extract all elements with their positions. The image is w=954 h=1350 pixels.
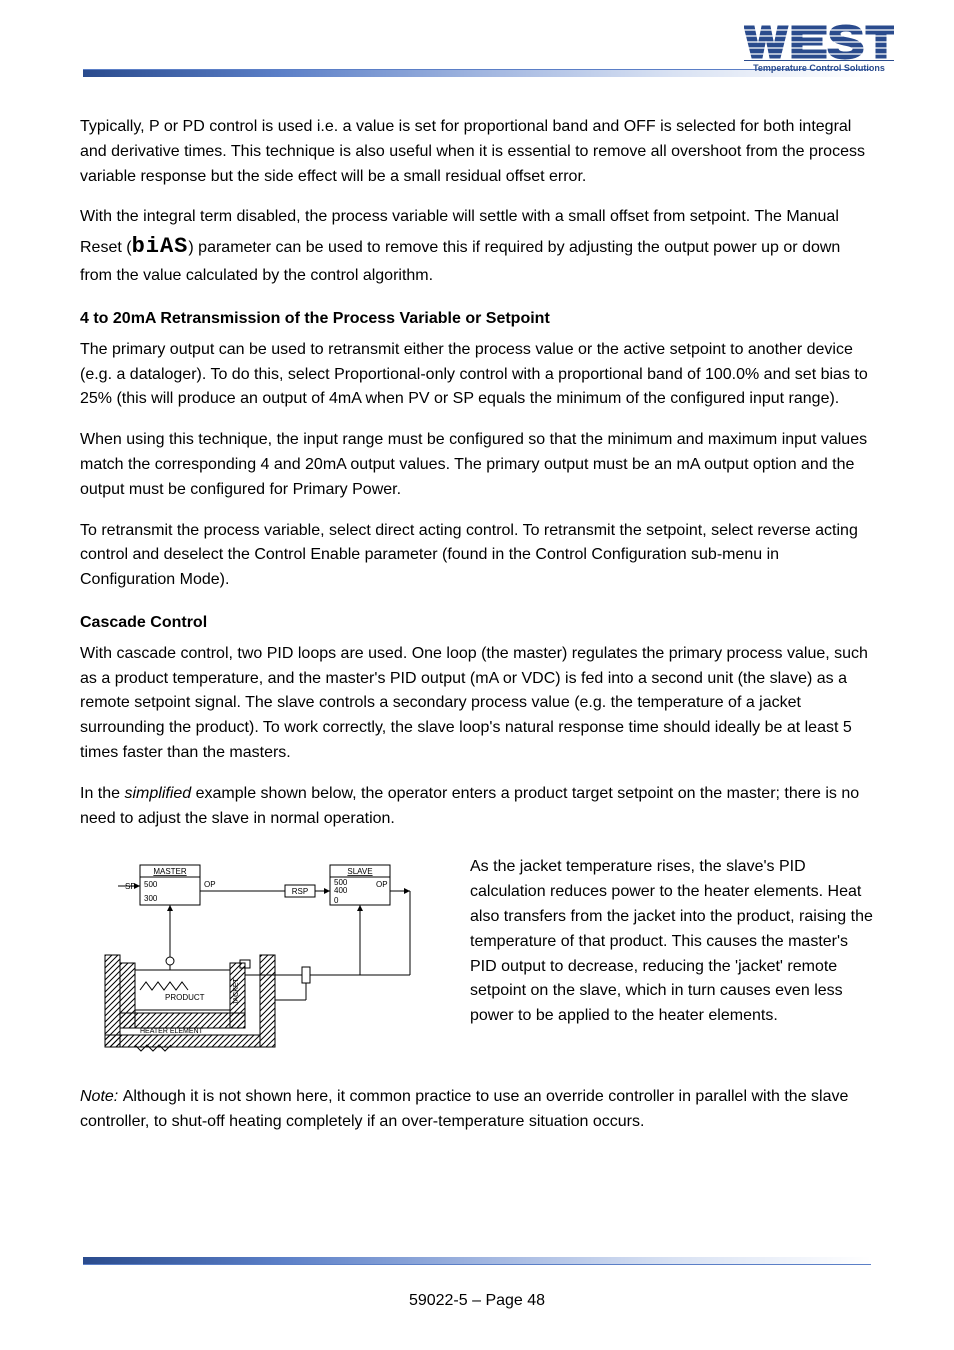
heading-cascade: Cascade Control — [80, 611, 874, 636]
label-op1: OP — [204, 880, 216, 889]
para-overshoot-inhibition: Typically, P or PD control is used i.e. … — [80, 115, 874, 189]
label-op2: OP — [376, 880, 388, 889]
note-override: Note: Although it is not shown here, it … — [80, 1085, 874, 1135]
label-m-bot: 300 — [144, 894, 158, 903]
main-content: Typically, P or PD control is used i.e. … — [80, 115, 874, 1151]
label-heater: HEATER ELEMENT — [140, 1028, 204, 1035]
para-retrans-2: When using this technique, the input ran… — [80, 428, 874, 502]
label-master: MASTER — [153, 867, 187, 876]
span: ) parameter can be used to remove this i… — [80, 239, 840, 284]
para-manual-reset: With the integral term disabled, the pro… — [80, 205, 874, 289]
label-product: PRODUCT — [165, 993, 205, 1002]
para-retrans-1: The primary output can be used to retran… — [80, 338, 874, 412]
label-s-mid: 400 — [334, 886, 348, 895]
cascade-control-diagram: MASTER 500 300 SP OP RSP SLAVE 500 — [80, 855, 440, 1065]
footer-page-number: 59022-5 – Page 48 — [83, 1292, 871, 1310]
note-label: Note: — [80, 1088, 123, 1105]
para-cascade-1: With cascade control, two PID loops are … — [80, 642, 874, 766]
para-cascade-example: In the simplified example shown below, t… — [80, 782, 874, 832]
para-retrans-3: To retransmit the process variable, sele… — [80, 519, 874, 593]
label-slave: SLAVE — [347, 867, 372, 876]
label-s-bot: 0 — [334, 896, 339, 905]
label-rsp: RSP — [292, 887, 308, 896]
span: example shown below, the operator enters… — [80, 785, 859, 827]
em-simplified: simplified — [124, 785, 191, 802]
vessel: PRODUCT JACKET HEATER ELEMENT — [105, 955, 275, 1051]
segment-code-bias: biAS — [132, 234, 189, 259]
brand-name — [744, 24, 894, 62]
span: In the — [80, 785, 124, 802]
heading-retransmission: 4 to 20mA Retransmission of the Process … — [80, 307, 874, 332]
footer-divider — [83, 1257, 871, 1265]
brand-logo: Temperature Control Solutions — [744, 24, 894, 73]
label-m-top: 500 — [144, 880, 158, 889]
note-text: Although it is not shown here, it common… — [80, 1088, 848, 1130]
label-jacket: JACKET — [233, 978, 240, 1006]
